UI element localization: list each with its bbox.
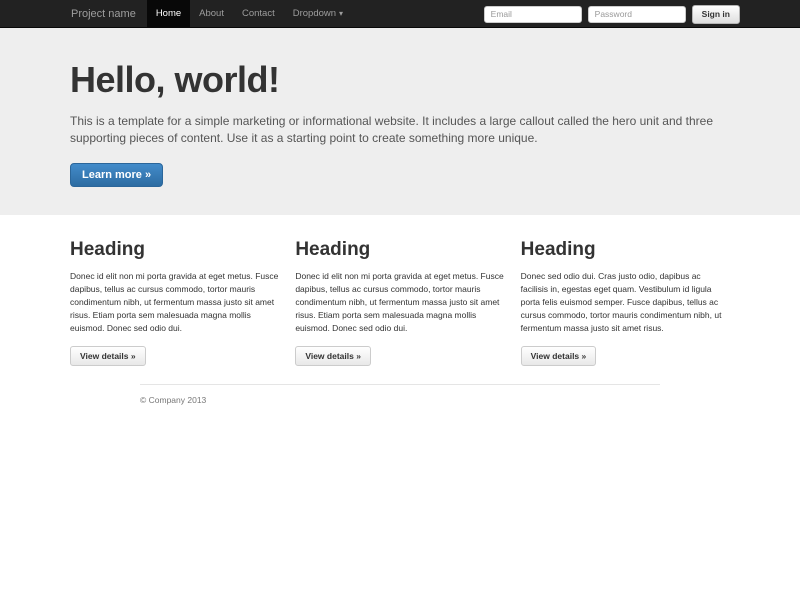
column-2-text: Donec id elit non mi porta gravida at eg… bbox=[295, 270, 504, 336]
column-1-heading: Heading bbox=[70, 239, 279, 261]
nav-item-dropdown-label: Dropdown bbox=[293, 0, 336, 28]
copyright-text: © Company 2013 bbox=[140, 395, 660, 405]
hero-description: This is a template for a simple marketin… bbox=[70, 113, 730, 148]
column-3-text: Donec sed odio dui. Cras justo odio, dap… bbox=[521, 270, 730, 336]
nav-item-contact[interactable]: Contact bbox=[233, 0, 284, 27]
content-area: Heading Donec id elit non mi porta gravi… bbox=[0, 215, 800, 405]
content-column-1: Heading Donec id elit non mi porta gravi… bbox=[70, 215, 279, 366]
signin-button[interactable]: Sign in bbox=[692, 5, 740, 24]
columns-row: Heading Donec id elit non mi porta gravi… bbox=[70, 215, 730, 366]
learn-more-button[interactable]: Learn more » bbox=[70, 163, 163, 187]
page-footer: © Company 2013 bbox=[140, 384, 660, 405]
nav-menu: Home About Contact Dropdown ▾ bbox=[147, 0, 352, 27]
content-column-2: Heading Donec id elit non mi porta gravi… bbox=[295, 215, 504, 366]
nav-item-home-label: Home bbox=[156, 0, 181, 28]
password-field[interactable] bbox=[588, 6, 686, 23]
nav-item-about-label: About bbox=[199, 0, 224, 28]
nav-item-home[interactable]: Home bbox=[147, 0, 190, 27]
content-column-3: Heading Donec sed odio dui. Cras justo o… bbox=[521, 215, 730, 366]
nav-item-about[interactable]: About bbox=[190, 0, 233, 27]
nav-item-contact-label: Contact bbox=[242, 0, 275, 28]
column-1-text: Donec id elit non mi porta gravida at eg… bbox=[70, 270, 279, 336]
view-details-button-1[interactable]: View details » bbox=[70, 346, 146, 366]
column-2-heading: Heading bbox=[295, 239, 504, 261]
hero-unit: Hello, world! This is a template for a s… bbox=[0, 28, 800, 215]
top-navbar: Project name Home About Contact Dropdown… bbox=[0, 0, 800, 28]
nav-item-dropdown[interactable]: Dropdown ▾ bbox=[284, 0, 352, 27]
caret-down-icon: ▾ bbox=[339, 10, 343, 18]
view-details-button-2[interactable]: View details » bbox=[295, 346, 371, 366]
email-field[interactable] bbox=[484, 6, 582, 23]
hero-title: Hello, world! bbox=[70, 59, 730, 101]
signin-form: Sign in bbox=[484, 0, 740, 28]
brand-link[interactable]: Project name bbox=[71, 0, 142, 27]
column-3-heading: Heading bbox=[521, 239, 730, 261]
view-details-button-3[interactable]: View details » bbox=[521, 346, 597, 366]
